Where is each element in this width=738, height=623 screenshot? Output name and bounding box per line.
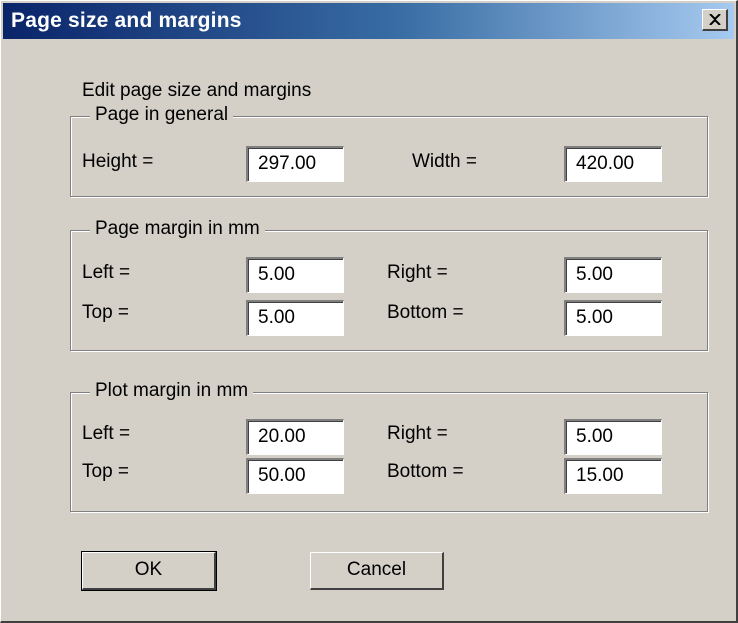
height-field[interactable]: 297.00 [246,146,344,182]
dialog-window: Page size and margins Edit page size and… [0,0,738,623]
plot-margin-bottom-label: Bottom = [387,461,464,482]
plot-margin-left-field[interactable]: 20.00 [246,419,344,455]
page-margin-left-field[interactable]: 5.00 [246,257,344,293]
page-margin-right-label: Right = [387,262,448,283]
dialog-heading: Edit page size and margins [82,80,312,101]
window-title: Page size and margins [11,9,242,32]
page-margin-bottom-label: Bottom = [387,302,464,323]
group-page-general-legend: Page in general [90,104,234,126]
title-bar[interactable]: Page size and margins [3,3,734,39]
plot-margin-top-label: Top = [82,461,130,482]
page-margin-right-field[interactable]: 5.00 [564,257,662,293]
close-icon [709,14,721,25]
page-margin-top-label: Top = [82,302,130,323]
plot-margin-bottom-field[interactable]: 15.00 [564,458,662,494]
plot-margin-right-label: Right = [387,423,448,444]
width-label: Width = [412,151,477,172]
page-margin-left-label: Left = [82,262,131,283]
close-button[interactable] [702,9,728,31]
plot-margin-top-field[interactable]: 50.00 [246,458,344,494]
cancel-button[interactable]: Cancel [310,552,444,590]
ok-button[interactable]: OK [81,551,217,591]
plot-margin-right-field[interactable]: 5.00 [564,419,662,455]
plot-margin-left-label: Left = [82,423,131,444]
width-field[interactable]: 420.00 [564,146,662,182]
group-plot-margin-legend: Plot margin in mm [90,380,254,402]
page-margin-top-field[interactable]: 5.00 [246,300,344,336]
page-margin-bottom-field[interactable]: 5.00 [564,300,662,336]
height-label: Height = [82,151,154,172]
group-page-margin-legend: Page margin in mm [90,218,265,240]
